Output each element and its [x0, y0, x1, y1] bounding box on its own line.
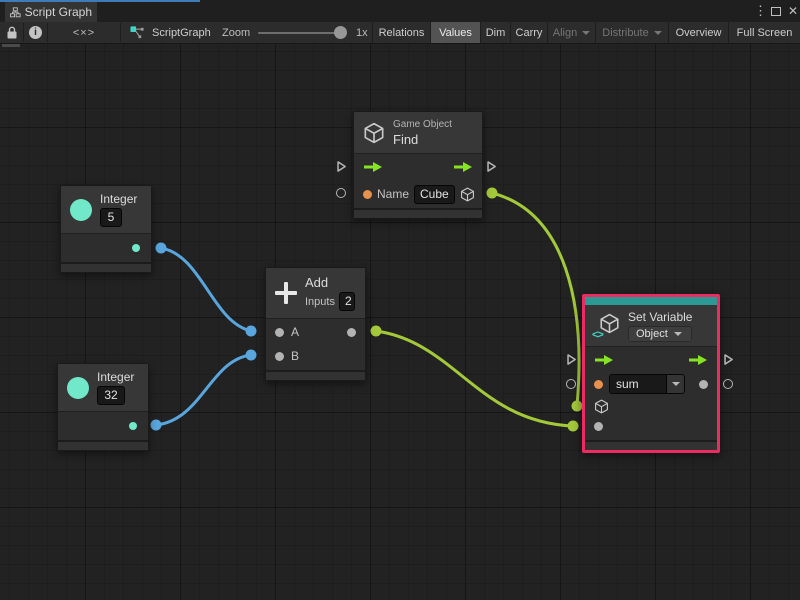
- zoom-slider-track[interactable]: [258, 32, 344, 34]
- script-graph-icon: [130, 25, 145, 40]
- dim-button[interactable]: Dim: [480, 22, 510, 43]
- variable-kind-dropdown[interactable]: Object: [628, 326, 692, 342]
- script-graph-window: Script Graph ⋮ ✕ i <×> Sc: [0, 0, 800, 600]
- variable-kind-bar: [585, 297, 717, 305]
- info-icon: i: [29, 26, 42, 39]
- node-set-variable[interactable]: <> Set Variable Object sum: [585, 297, 717, 450]
- flow-in-port[interactable]: [363, 161, 383, 173]
- add-icon: [275, 282, 297, 304]
- lock-button[interactable]: [0, 22, 23, 43]
- node-footer: [585, 440, 717, 450]
- align-caret-icon: [582, 31, 590, 35]
- name-input-port[interactable]: [363, 190, 372, 199]
- node-gameobject-find[interactable]: Game Object Find Name Cube: [353, 111, 483, 219]
- tab-script-graph[interactable]: Script Graph: [5, 2, 97, 22]
- node-title: Add: [305, 275, 355, 290]
- find-name-in-indicator[interactable]: [336, 188, 346, 198]
- code-icon: <×>: [73, 27, 95, 39]
- lock-icon: [6, 26, 18, 39]
- info-button[interactable]: i: [24, 22, 47, 43]
- integer-value-field[interactable]: 5: [100, 208, 122, 227]
- overview-button[interactable]: Overview: [668, 22, 728, 43]
- selection-outline: <> Set Variable Object sum: [582, 294, 720, 453]
- value-input-port[interactable]: [594, 422, 603, 431]
- node-footer: [61, 262, 151, 272]
- maximize-icon[interactable]: [771, 7, 781, 16]
- variable-name-port[interactable]: [594, 380, 603, 389]
- input-a-label: A: [291, 325, 299, 339]
- setvar-flow-in-indicator[interactable]: [566, 353, 577, 366]
- flow-out-port[interactable]: [688, 354, 708, 366]
- node-integer-32[interactable]: Integer 32: [57, 363, 149, 451]
- flow-in-port[interactable]: [594, 354, 614, 366]
- integer-value-field[interactable]: 32: [97, 386, 125, 405]
- inputs-count-field[interactable]: 2: [339, 292, 355, 311]
- node-integer-5[interactable]: Integer 5: [60, 185, 152, 273]
- setvar-name-in-indicator[interactable]: [566, 379, 576, 389]
- input-b-label: B: [291, 349, 299, 363]
- distribute-caret-icon: [654, 31, 662, 35]
- kind-caret-icon: [674, 332, 682, 336]
- setvar-flow-out-indicator[interactable]: [723, 353, 734, 366]
- node-footer: [266, 370, 365, 380]
- gameobject-output-port[interactable]: [460, 187, 475, 202]
- integer-type-icon: [67, 377, 89, 399]
- code-view-button[interactable]: <×>: [48, 22, 120, 43]
- node-add[interactable]: Add Inputs 2 A B: [265, 267, 366, 381]
- values-button[interactable]: Values: [430, 22, 480, 43]
- integer-output-port[interactable]: [129, 422, 137, 430]
- tab-title: Script Graph: [25, 5, 92, 19]
- set-variable-icon: <>: [594, 313, 620, 338]
- zoom-label: Zoom: [222, 22, 250, 43]
- graph-breadcrumb[interactable]: ScriptGraph: [152, 22, 211, 43]
- object-input-port[interactable]: [594, 399, 609, 414]
- fullscreen-button[interactable]: Full Screen: [728, 22, 800, 43]
- node-footer: [58, 440, 148, 450]
- window-menu-icon[interactable]: ⋮: [754, 3, 764, 19]
- inputs-label: Inputs: [305, 296, 335, 308]
- node-title: Find: [393, 132, 452, 147]
- name-port-label: Name: [377, 187, 409, 201]
- relations-button[interactable]: Relations: [372, 22, 430, 43]
- integer-type-icon: [70, 199, 92, 221]
- name-caret-button[interactable]: [666, 375, 684, 393]
- distribute-button[interactable]: Distribute: [595, 22, 668, 43]
- close-icon[interactable]: ✕: [788, 4, 798, 18]
- setvar-value-out-indicator[interactable]: [723, 379, 733, 389]
- title-bar: Script Graph ⋮ ✕: [0, 0, 800, 22]
- input-a-port[interactable]: [275, 328, 284, 337]
- canvas-scroll-nub[interactable]: [2, 44, 20, 47]
- variable-name-dropdown[interactable]: sum: [609, 374, 685, 394]
- zoom-slider-handle[interactable]: [334, 26, 347, 39]
- value-output-port[interactable]: [699, 380, 708, 389]
- sum-output-port[interactable]: [347, 328, 356, 337]
- flow-out-port[interactable]: [453, 161, 473, 173]
- name-value-field[interactable]: Cube: [414, 185, 455, 204]
- zoom-value: 1x: [356, 22, 368, 43]
- integer-output-port[interactable]: [132, 244, 140, 252]
- gameobject-icon: [363, 122, 385, 144]
- find-flow-out-indicator[interactable]: [486, 160, 497, 173]
- node-title: Integer: [100, 192, 137, 206]
- node-footer: [354, 208, 482, 218]
- node-supertitle: Game Object: [393, 119, 452, 130]
- align-button[interactable]: Align: [547, 22, 595, 43]
- input-b-port[interactable]: [275, 352, 284, 361]
- node-title: Integer: [97, 370, 134, 384]
- graph-tab-icon: [10, 6, 21, 19]
- carry-button[interactable]: Carry: [510, 22, 547, 43]
- graph-toolbar: i <×> ScriptGraph Zoom 1x Relations Valu…: [0, 22, 800, 44]
- node-title: Set Variable: [628, 310, 692, 324]
- find-flow-in-indicator[interactable]: [336, 160, 347, 173]
